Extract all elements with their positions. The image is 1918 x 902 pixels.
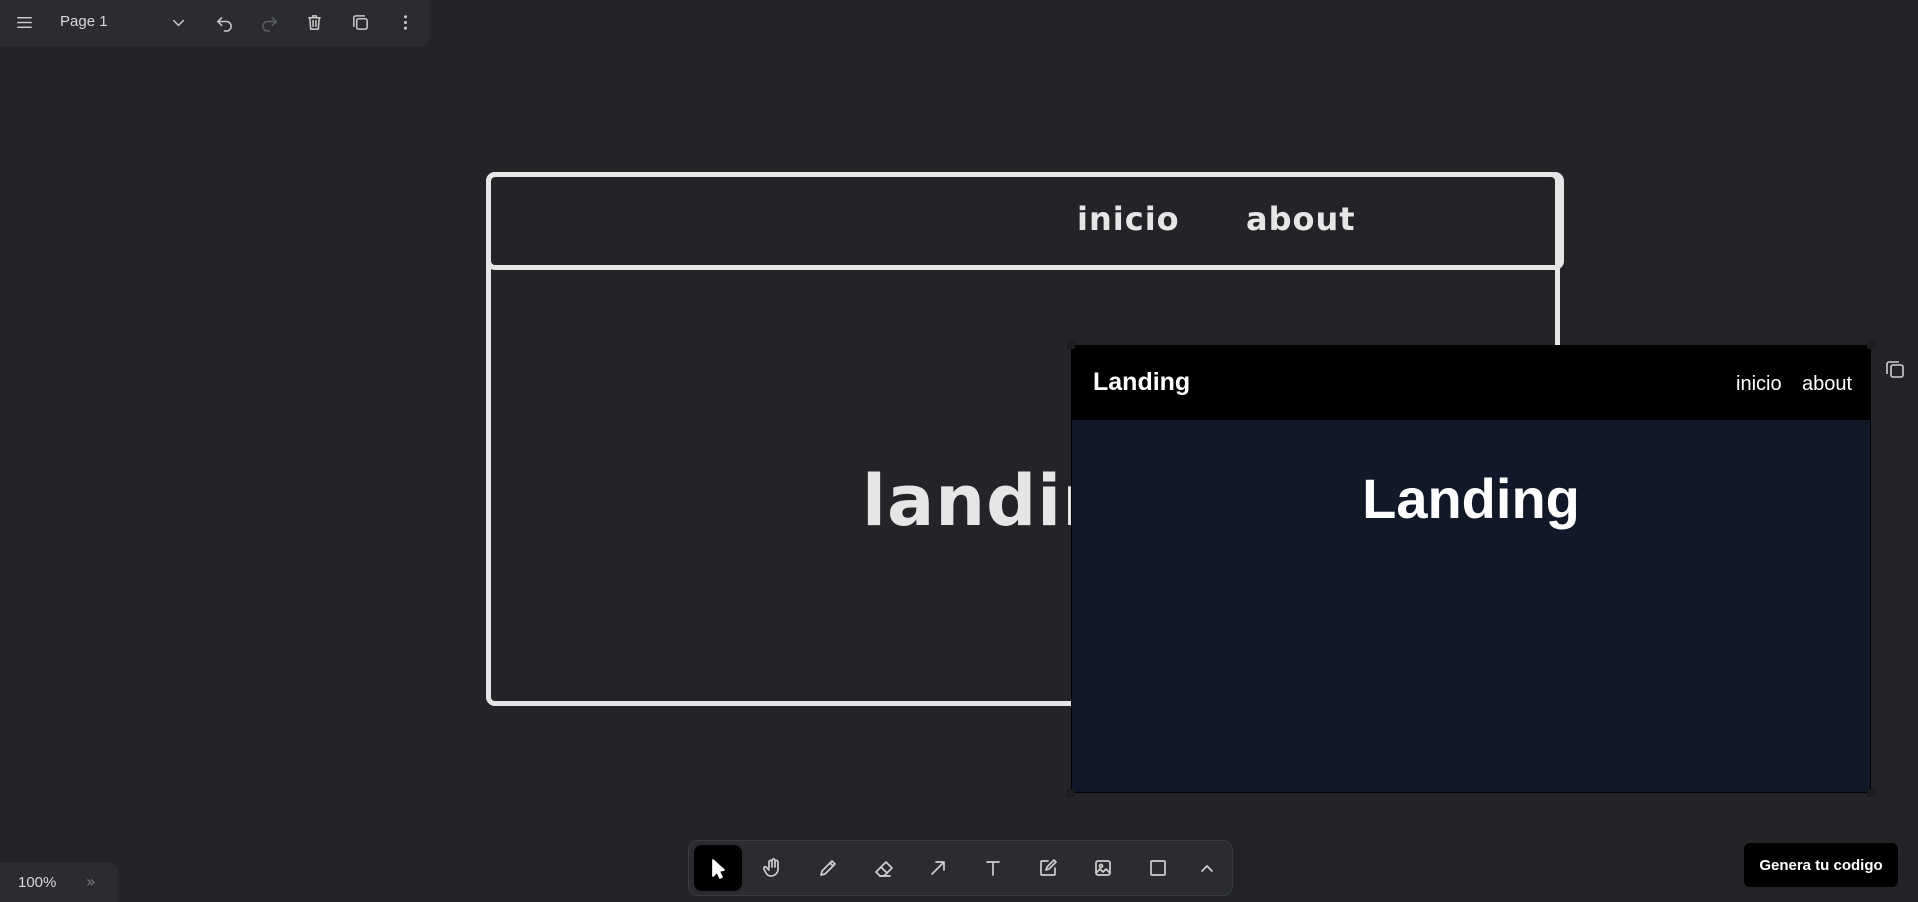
select-icon xyxy=(712,859,725,879)
copy-preview-button[interactable] xyxy=(1884,358,1908,382)
select-tool[interactable] xyxy=(694,845,742,891)
page-name[interactable]: Page 1 xyxy=(60,13,108,30)
sketch-nav-inicio[interactable]: inicio xyxy=(1077,200,1180,238)
eraser-tool[interactable] xyxy=(859,845,907,891)
sketch-nav-about[interactable]: about xyxy=(1246,200,1356,238)
redo-button[interactable] xyxy=(251,0,287,44)
rectangle-tool[interactable] xyxy=(1134,845,1182,891)
resize-handle-top-right[interactable] xyxy=(1867,341,1875,349)
hamburger-icon xyxy=(16,16,32,28)
chevron-up-icon xyxy=(1201,865,1213,872)
preview-brand: Landing xyxy=(1093,368,1191,396)
note-icon xyxy=(1040,859,1057,876)
text-tool[interactable] xyxy=(969,845,1017,891)
undo-button[interactable] xyxy=(206,0,242,44)
undo-icon xyxy=(216,16,232,32)
note-tool[interactable] xyxy=(1024,845,1072,891)
drawing-toolbar xyxy=(688,840,1233,896)
duplicate-button[interactable] xyxy=(342,0,378,44)
hand-icon xyxy=(762,858,779,877)
arrow-tool[interactable] xyxy=(914,845,962,891)
more-vertical-icon xyxy=(403,14,407,30)
image-icon xyxy=(1095,860,1111,876)
pencil-tool[interactable] xyxy=(804,845,852,891)
rectangle-icon xyxy=(1150,860,1166,876)
pencil-icon xyxy=(820,860,836,876)
resize-handle-bottom-right[interactable] xyxy=(1867,789,1875,797)
more-options-button[interactable] xyxy=(387,0,423,44)
text-icon xyxy=(986,861,1000,876)
zoom-level[interactable]: 100% xyxy=(18,874,56,891)
copy-icon xyxy=(1886,361,1904,378)
page-menu-bar: Page 1 xyxy=(0,0,430,47)
arrow-icon xyxy=(931,861,945,875)
chevron-down-icon xyxy=(172,19,184,26)
duplicate-icon xyxy=(352,14,368,30)
preview-header: Landing inicio about xyxy=(1072,346,1870,420)
image-tool[interactable] xyxy=(1079,845,1127,891)
resize-handle-top-left[interactable] xyxy=(1067,341,1075,349)
preview-nav-about[interactable]: about xyxy=(1802,373,1852,396)
resize-handle-bottom-left[interactable] xyxy=(1067,789,1075,797)
sketch-navbar-frame[interactable] xyxy=(486,172,1564,270)
expand-panel-icon[interactable]: » xyxy=(86,872,96,891)
hamburger-menu-button[interactable] xyxy=(6,0,42,44)
redo-icon xyxy=(261,16,277,32)
trash-icon xyxy=(307,14,321,30)
eraser-icon xyxy=(875,861,893,877)
generate-code-button[interactable]: Genera tu codigo xyxy=(1744,843,1898,887)
preview-nav-inicio[interactable]: inicio xyxy=(1736,373,1782,396)
generated-preview[interactable]: Landing inicio about Landing xyxy=(1071,345,1871,793)
delete-button[interactable] xyxy=(296,0,332,44)
more-tools-button[interactable] xyxy=(1185,845,1229,891)
page-dropdown-button[interactable] xyxy=(160,0,196,44)
zoom-control: 100% » xyxy=(0,862,118,902)
preview-title: Landing xyxy=(1362,467,1580,530)
hand-tool[interactable] xyxy=(749,845,797,891)
